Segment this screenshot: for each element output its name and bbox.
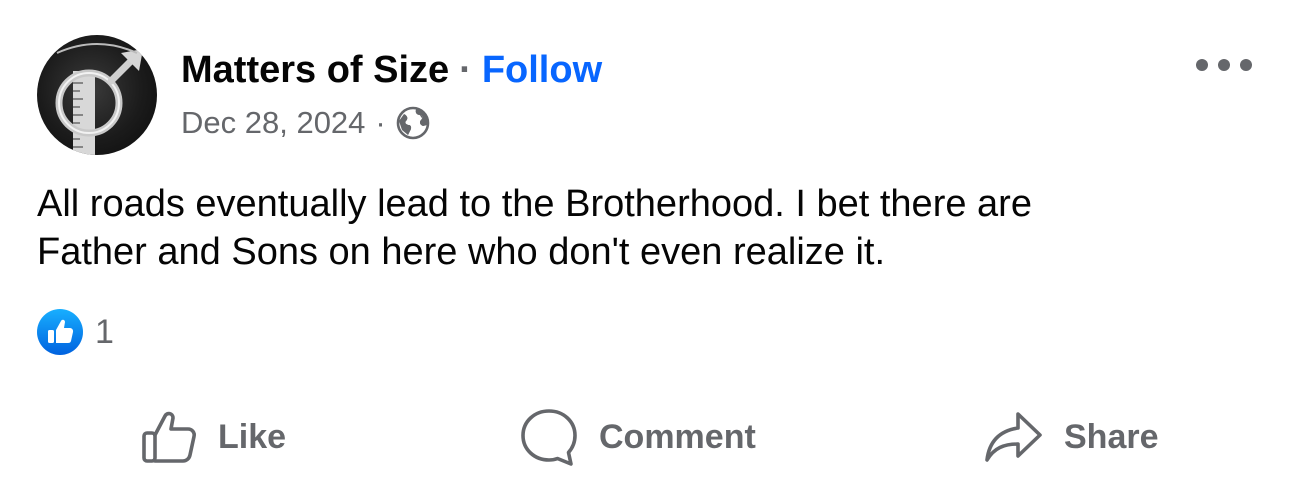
- reaction-count: 1: [95, 312, 114, 351]
- share-arrow-icon: [985, 412, 1042, 462]
- share-button[interactable]: Share: [984, 400, 1159, 474]
- page-name-link[interactable]: Matters of Size: [181, 49, 449, 92]
- more-dot: [1240, 59, 1252, 71]
- post-card: Matters of Size · Follow Dec 28, 2024 · …: [0, 0, 1290, 489]
- post-header: Matters of Size · Follow: [181, 45, 602, 95]
- like-button[interactable]: Like: [140, 400, 286, 474]
- like-reaction-icon: [37, 309, 83, 355]
- page-avatar[interactable]: [37, 35, 157, 155]
- globe-icon[interactable]: [396, 106, 430, 140]
- post-body: All roads eventually lead to the Brother…: [37, 180, 1257, 276]
- more-dot: [1196, 59, 1208, 71]
- comment-button[interactable]: Comment: [519, 400, 756, 474]
- follow-button[interactable]: Follow: [482, 49, 602, 92]
- reactions-summary[interactable]: 1: [37, 309, 114, 355]
- post-date[interactable]: Dec 28, 2024: [181, 105, 365, 141]
- avatar-logo-image: [55, 43, 143, 155]
- action-bar: Like Comment Share: [0, 400, 1290, 474]
- more-dot: [1218, 59, 1230, 71]
- post-text-line: All roads eventually lead to the Brother…: [37, 183, 1032, 225]
- comment-icon: [521, 409, 577, 466]
- share-label: Share: [1064, 417, 1159, 456]
- like-label: Like: [218, 417, 287, 456]
- header-separator: ·: [459, 48, 472, 91]
- post-meta: Dec 28, 2024 ·: [181, 102, 430, 144]
- more-options-button[interactable]: [1196, 52, 1252, 78]
- comment-label: Comment: [599, 417, 756, 456]
- thumbs-up-icon: [142, 411, 196, 463]
- post-text-line: Father and Sons on here who don't even r…: [37, 231, 886, 273]
- meta-separator: ·: [375, 105, 386, 140]
